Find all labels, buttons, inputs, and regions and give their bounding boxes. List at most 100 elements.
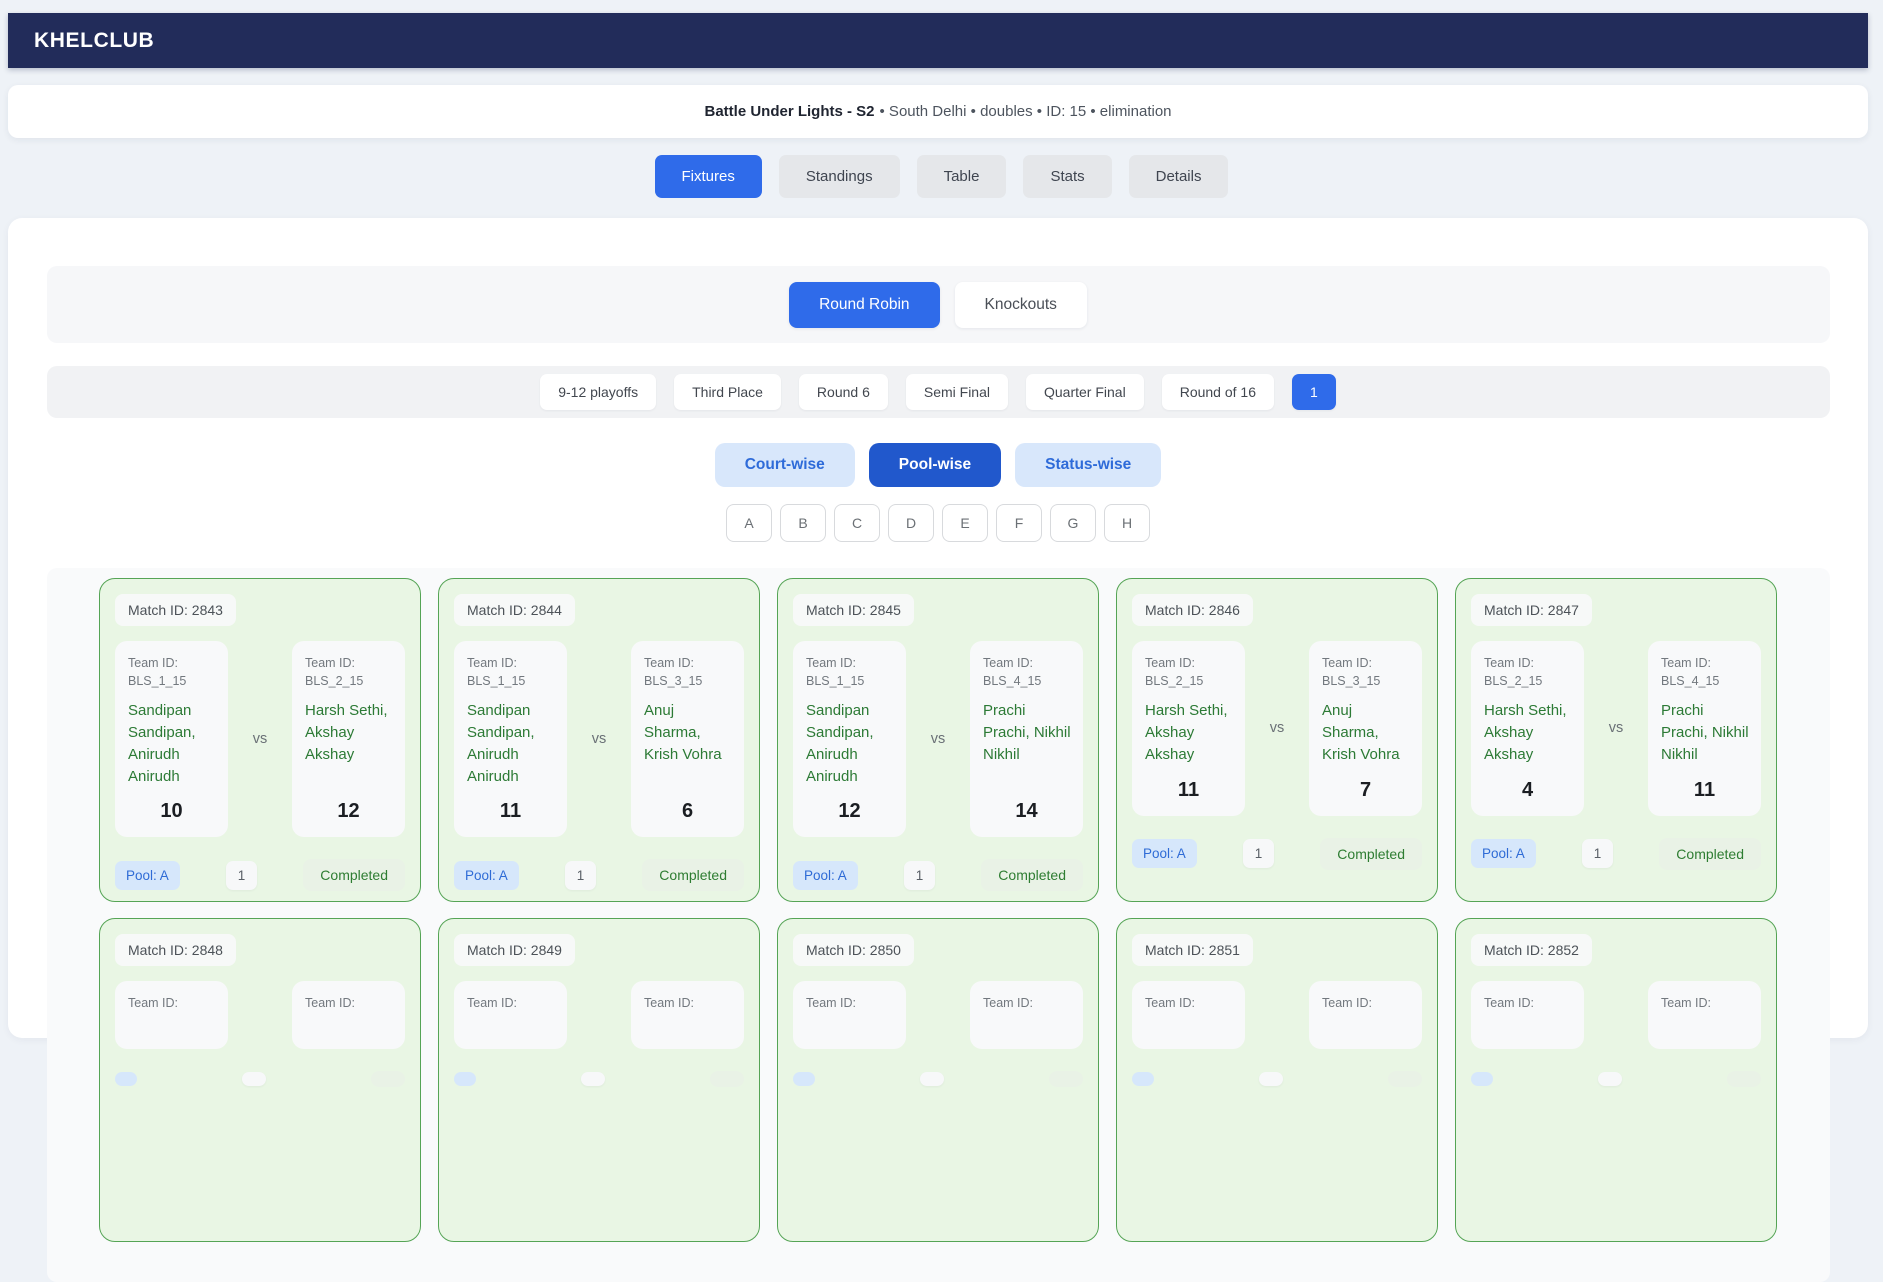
team-id: Team ID: bbox=[302, 994, 395, 1012]
round-button[interactable]: Round 6 bbox=[799, 374, 888, 410]
round-button[interactable]: Quarter Final bbox=[1026, 374, 1144, 410]
match-card: Match ID: 2844 Team ID: BLS_1_15 Sandipa… bbox=[438, 578, 760, 902]
tab-button[interactable]: Table bbox=[917, 155, 1007, 198]
pool-letter-button[interactable]: G bbox=[1050, 504, 1096, 542]
tab-button[interactable]: Stats bbox=[1023, 155, 1111, 198]
match-id-badge: Match ID: 2847 bbox=[1471, 594, 1592, 626]
pool-letter-button[interactable]: H bbox=[1104, 504, 1150, 542]
team-box-2: Team ID: BLS_2_15 Harsh Sethi, Akshay Ak… bbox=[292, 641, 405, 837]
team-name: Harsh Sethi, Akshay Akshay bbox=[1481, 700, 1574, 765]
tab-button[interactable]: Fixtures bbox=[655, 155, 762, 198]
tab-button[interactable]: Details bbox=[1129, 155, 1229, 198]
team-score: 6 bbox=[641, 787, 734, 823]
status-badge: Completed bbox=[981, 859, 1083, 891]
team-id-label: Team ID: bbox=[644, 996, 694, 1010]
pool-letter-button[interactable]: A bbox=[726, 504, 772, 542]
match-id-badge: Match ID: 2843 bbox=[115, 594, 236, 626]
team-id: Team ID: bbox=[1319, 994, 1412, 1012]
pool-badge: Pool: A bbox=[1132, 839, 1197, 868]
team-box-1: Team ID: BLS_1_15 Sandipan Sandipan, Ani… bbox=[793, 641, 906, 837]
match-card: Match ID: 2848 Team ID: Team ID: bbox=[99, 918, 421, 1242]
match-meta-row bbox=[793, 1071, 1083, 1087]
court-badge: 1 bbox=[1243, 839, 1275, 868]
team-id-label: Team ID: bbox=[128, 996, 178, 1010]
team-score: 12 bbox=[302, 787, 395, 823]
team-score: 10 bbox=[125, 787, 218, 823]
vs-label bbox=[567, 981, 631, 1049]
team-box-1: Team ID: BLS_2_15 Harsh Sethi, Akshay Ak… bbox=[1132, 641, 1245, 816]
view-toggle-button[interactable]: Pool-wise bbox=[869, 443, 1001, 487]
team-box-1: Team ID: bbox=[115, 981, 228, 1049]
round-button[interactable]: Third Place bbox=[674, 374, 781, 410]
team-id: Team ID: bbox=[1142, 994, 1235, 1012]
match-id-badge: Match ID: 2846 bbox=[1132, 594, 1253, 626]
team-score bbox=[1658, 1022, 1751, 1035]
pool-letter-button[interactable]: B bbox=[780, 504, 826, 542]
brand-logo[interactable]: KHELCLUB bbox=[34, 29, 154, 53]
match-id-badge: Match ID: 2844 bbox=[454, 594, 575, 626]
team-id: Team ID: bbox=[641, 994, 734, 1012]
team-id: Team ID: BLS_1_15 bbox=[125, 654, 218, 690]
match-card: Match ID: 2849 Team ID: Team ID: bbox=[438, 918, 760, 1242]
match-card: Match ID: 2847 Team ID: BLS_2_15 Harsh S… bbox=[1455, 578, 1777, 902]
tournament-meta: • South Delhi • doubles • ID: 15 • elimi… bbox=[880, 103, 1172, 120]
vs-label bbox=[1584, 981, 1648, 1049]
match-id-badge: Match ID: 2852 bbox=[1471, 934, 1592, 966]
team-score bbox=[464, 1022, 557, 1035]
main-tabs: Fixtures Standings Table Stats Details bbox=[0, 155, 1883, 198]
pool-badge: Pool: A bbox=[793, 861, 858, 890]
stage-toggle-button[interactable]: Round Robin bbox=[789, 282, 939, 328]
team-name: Prachi Prachi, Nikhil Nikhil bbox=[1658, 700, 1751, 765]
court-badge bbox=[242, 1072, 266, 1086]
team-box-2: Team ID: bbox=[1648, 981, 1761, 1049]
team-id: Team ID: bbox=[125, 994, 218, 1012]
team-id-label: Team ID: bbox=[128, 656, 178, 670]
team-box-2: Team ID: bbox=[970, 981, 1083, 1049]
match-card: Match ID: 2846 Team ID: BLS_2_15 Harsh S… bbox=[1116, 578, 1438, 902]
team-id-label: Team ID: bbox=[1145, 656, 1195, 670]
team-name: Prachi Prachi, Nikhil Nikhil bbox=[980, 700, 1073, 765]
teams-row: Team ID: Team ID: bbox=[793, 981, 1083, 1049]
team-id-label: Team ID: bbox=[1145, 996, 1195, 1010]
match-card: Match ID: 2843 Team ID: BLS_1_15 Sandipa… bbox=[99, 578, 421, 902]
team-id-label: Team ID: bbox=[305, 996, 355, 1010]
pool-letter-button[interactable]: F bbox=[996, 504, 1042, 542]
team-id-label: Team ID: bbox=[1661, 656, 1711, 670]
round-button[interactable]: Round of 16 bbox=[1162, 374, 1274, 410]
court-badge bbox=[581, 1072, 605, 1086]
team-id-label: Team ID: bbox=[806, 656, 856, 670]
team-id: Team ID: BLS_4_15 bbox=[980, 654, 1073, 690]
status-badge bbox=[1727, 1071, 1761, 1087]
team-box-2: Team ID: bbox=[631, 981, 744, 1049]
team-id-value: BLS_2_15 bbox=[1484, 674, 1542, 688]
team-id-value: BLS_1_15 bbox=[128, 674, 186, 688]
round-button[interactable]: Semi Final bbox=[906, 374, 1008, 410]
pool-letter-button[interactable]: D bbox=[888, 504, 934, 542]
pool-selector: A B C D E F G H bbox=[47, 504, 1830, 542]
pool-badge bbox=[1471, 1072, 1493, 1086]
vs-label bbox=[906, 981, 970, 1049]
team-box-2: Team ID: BLS_3_15 Anuj Sharma, Krish Voh… bbox=[1309, 641, 1422, 816]
tab-button[interactable]: Standings bbox=[779, 155, 900, 198]
team-score: 7 bbox=[1319, 766, 1412, 802]
view-toggle-button[interactable]: Court-wise bbox=[715, 443, 855, 487]
pool-letter-button[interactable]: E bbox=[942, 504, 988, 542]
team-name: Harsh Sethi, Akshay Akshay bbox=[1142, 700, 1235, 765]
pool-letter-button[interactable]: C bbox=[834, 504, 880, 542]
vs-label: vs bbox=[567, 641, 631, 837]
status-badge bbox=[710, 1071, 744, 1087]
stage-toggle-button[interactable]: Knockouts bbox=[955, 282, 1087, 328]
team-id-label: Team ID: bbox=[1484, 996, 1534, 1010]
court-badge: 1 bbox=[226, 861, 258, 890]
round-button[interactable]: 9-12 playoffs bbox=[540, 374, 656, 410]
view-toggle-button[interactable]: Status-wise bbox=[1015, 443, 1161, 487]
match-id-badge: Match ID: 2851 bbox=[1132, 934, 1253, 966]
round-button[interactable]: 1 bbox=[1292, 374, 1336, 410]
team-id-label: Team ID: bbox=[644, 656, 694, 670]
stage-toggle: Round Robin Knockouts bbox=[47, 266, 1830, 343]
team-id-value: BLS_1_15 bbox=[467, 674, 525, 688]
match-meta-row bbox=[1132, 1071, 1422, 1087]
team-box-1: Team ID: BLS_1_15 Sandipan Sandipan, Ani… bbox=[115, 641, 228, 837]
team-id: Team ID: BLS_3_15 bbox=[641, 654, 734, 690]
match-meta-row bbox=[1471, 1071, 1761, 1087]
